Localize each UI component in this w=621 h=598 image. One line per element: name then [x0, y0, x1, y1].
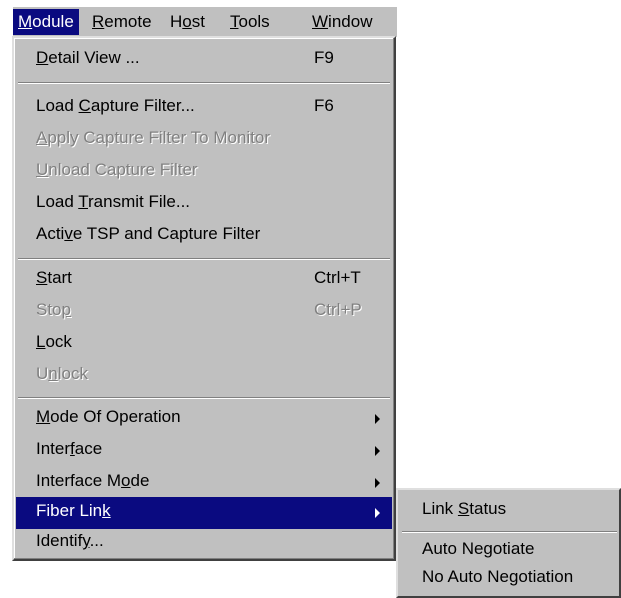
menu-separator: [18, 397, 390, 399]
module-dropdown-menu: Detail View ... F9 Load Capture Filter..…: [12, 36, 396, 561]
menu-host[interactable]: Host: [165, 9, 210, 35]
submenu-separator: [402, 531, 617, 533]
menu-module[interactable]: Module: [13, 9, 79, 35]
menu-item-label: Interface Mode: [36, 471, 150, 490]
menu-item-label: Fiber Link: [36, 501, 111, 520]
submenu-arrow-icon: [375, 508, 380, 518]
menu-item-detail-view[interactable]: Detail View ... F9: [16, 44, 392, 76]
menu-item-interface[interactable]: Interface: [16, 435, 392, 467]
menu-item-load-capture-filter[interactable]: Load Capture Filter... F6: [16, 92, 392, 124]
menu-window[interactable]: Window: [307, 9, 377, 35]
menu-item-label: Unload Capture Filter: [36, 160, 198, 179]
menu-item-shortcut: F9: [314, 48, 334, 67]
menu-item-identify[interactable]: Identify...: [16, 527, 392, 559]
menu-item-label: Active TSP and Capture Filter: [36, 224, 261, 243]
menu-item-label: Stop: [36, 300, 71, 319]
menu-tools[interactable]: Tools: [225, 9, 275, 35]
menu-item-label: Interface: [36, 439, 103, 458]
submenu-item-no-auto-negotiation[interactable]: No Auto Negotiation: [422, 567, 573, 587]
menu-remote[interactable]: Remote: [87, 9, 157, 35]
menu-item-active-tsp[interactable]: Active TSP and Capture Filter: [16, 220, 392, 252]
menu-separator: [18, 82, 390, 84]
menu-item-unload-capture-filter: Unload Capture Filter: [16, 156, 392, 188]
submenu-item-link-status[interactable]: Link Status: [422, 499, 506, 519]
menu-item-apply-capture-filter: Apply Capture Filter To Monitor: [16, 124, 392, 156]
menu-item-label: Mode Of Operation: [36, 407, 181, 426]
submenu-arrow-icon: [375, 478, 380, 488]
menu-item-stop: Stop Ctrl+P: [16, 296, 392, 328]
menu-item-label: Apply Capture Filter To Monitor: [36, 128, 271, 147]
menu-item-fiber-link[interactable]: Fiber Link: [16, 497, 392, 529]
menu-item-label: Lock: [36, 332, 72, 351]
fiber-link-submenu: Link Status Auto Negotiate No Auto Negot…: [396, 488, 621, 598]
menu-item-label: Identify...: [36, 531, 104, 550]
submenu-arrow-icon: [375, 446, 380, 456]
menu-item-mode-of-operation[interactable]: Mode Of Operation: [16, 403, 392, 435]
menu-item-label: Start: [36, 268, 72, 287]
submenu-arrow-icon: [375, 414, 380, 424]
menu-item-label: Unlock: [36, 364, 88, 383]
menu-item-shortcut: Ctrl+P: [314, 300, 362, 319]
menu-item-unlock: Unlock: [16, 360, 392, 392]
menu-separator: [18, 258, 390, 260]
menu-item-start[interactable]: Start Ctrl+T: [16, 264, 392, 296]
menu-item-shortcut: F6: [314, 96, 334, 115]
menu-bar: Module Remote Host Tools Window: [12, 6, 397, 37]
menu-item-shortcut: Ctrl+T: [314, 268, 361, 287]
menu-item-load-transmit-file[interactable]: Load Transmit File...: [16, 188, 392, 220]
menu-item-label: Detail View ...: [36, 48, 140, 67]
menu-item-label: Load Transmit File...: [36, 192, 191, 211]
menu-item-lock[interactable]: Lock: [16, 328, 392, 360]
submenu-item-auto-negotiate[interactable]: Auto Negotiate: [422, 539, 534, 559]
menu-item-label: Load Capture Filter...: [36, 96, 195, 115]
menu-item-interface-mode[interactable]: Interface Mode: [16, 467, 392, 499]
